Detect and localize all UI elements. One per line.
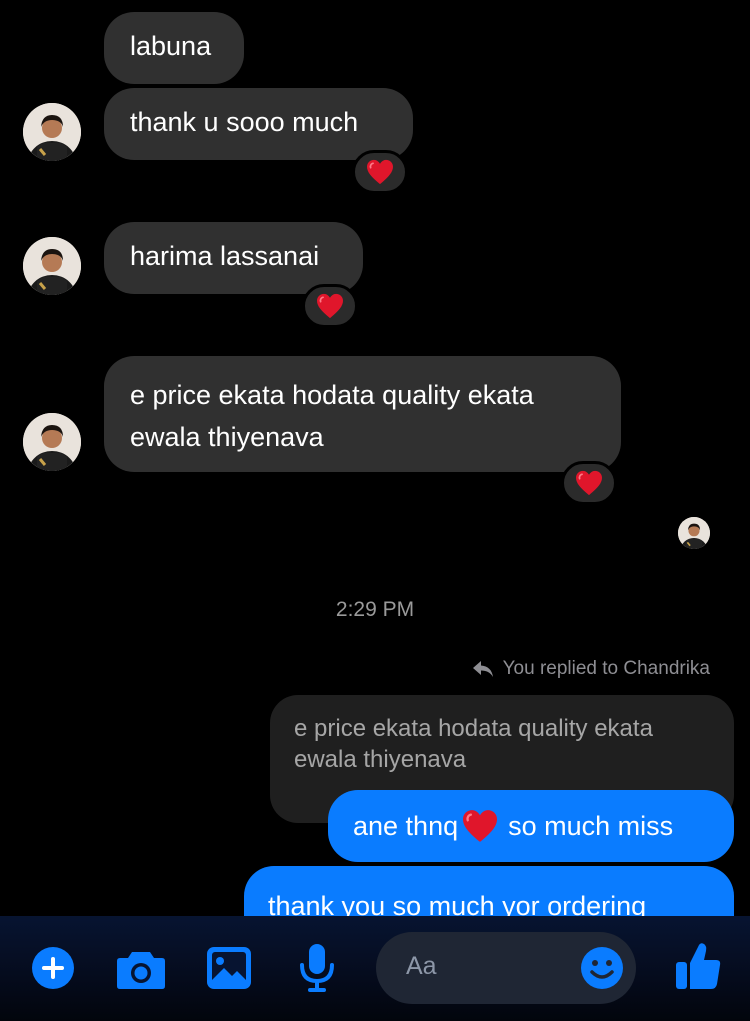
message-text: harima lassanai	[130, 241, 320, 271]
reply-label: You replied to Chandrika	[502, 658, 710, 679]
incoming-message[interactable]: labuna	[104, 12, 244, 84]
reply-arrow-icon	[472, 661, 493, 677]
message-text: labuna	[130, 31, 212, 61]
heart-reaction[interactable]	[561, 461, 617, 505]
reply-context: You replied to Chandrika	[471, 658, 710, 680]
message-text: thank u sooo much	[130, 107, 359, 137]
message-text: ane thnq	[353, 811, 459, 841]
heart-reaction[interactable]	[302, 284, 358, 328]
composer-bar	[0, 916, 750, 1021]
input-placeholder: Aa	[406, 952, 437, 980]
mic-icon[interactable]	[297, 943, 337, 993]
incoming-message[interactable]: thank u sooo much	[104, 88, 413, 160]
camera-icon[interactable]	[116, 948, 166, 990]
plus-icon[interactable]	[31, 946, 75, 990]
thumbs-up-icon[interactable]	[675, 942, 721, 990]
seen-avatar	[678, 517, 710, 549]
contact-avatar[interactable]	[23, 237, 81, 295]
timestamp: 2:29 PM	[335, 598, 415, 621]
avatar-image	[678, 517, 710, 549]
avatar-image	[23, 103, 81, 161]
heart-icon	[316, 293, 344, 319]
heart-icon	[575, 470, 603, 496]
contact-avatar[interactable]	[23, 413, 81, 471]
quoted-text-line: ewala thiyenava	[294, 746, 467, 773]
message-thread: labuna thank u sooo much harima lassanai…	[0, 0, 750, 916]
outgoing-message[interactable]: thank you so much yor ordering	[244, 866, 734, 916]
avatar-image	[23, 237, 81, 295]
heart-icon	[366, 159, 394, 185]
message-text: so much miss	[508, 811, 674, 841]
message-text: thank you so much yor ordering	[268, 891, 647, 916]
quoted-text-line: e price ekata hodata quality ekata	[294, 715, 653, 742]
message-text-line: e price ekata hodata quality ekata	[130, 380, 534, 410]
heart-reaction[interactable]	[352, 150, 408, 194]
avatar-image	[23, 413, 81, 471]
outgoing-message[interactable]: ane thnq so much miss	[328, 790, 734, 862]
heart-emoji-icon	[460, 809, 500, 843]
message-text-line: ewala thiyenava	[130, 422, 324, 452]
emoji-icon[interactable]	[580, 946, 624, 990]
image-icon[interactable]	[206, 946, 252, 990]
contact-avatar[interactable]	[23, 103, 81, 161]
incoming-message[interactable]: e price ekata hodata quality ekata ewala…	[104, 356, 621, 472]
